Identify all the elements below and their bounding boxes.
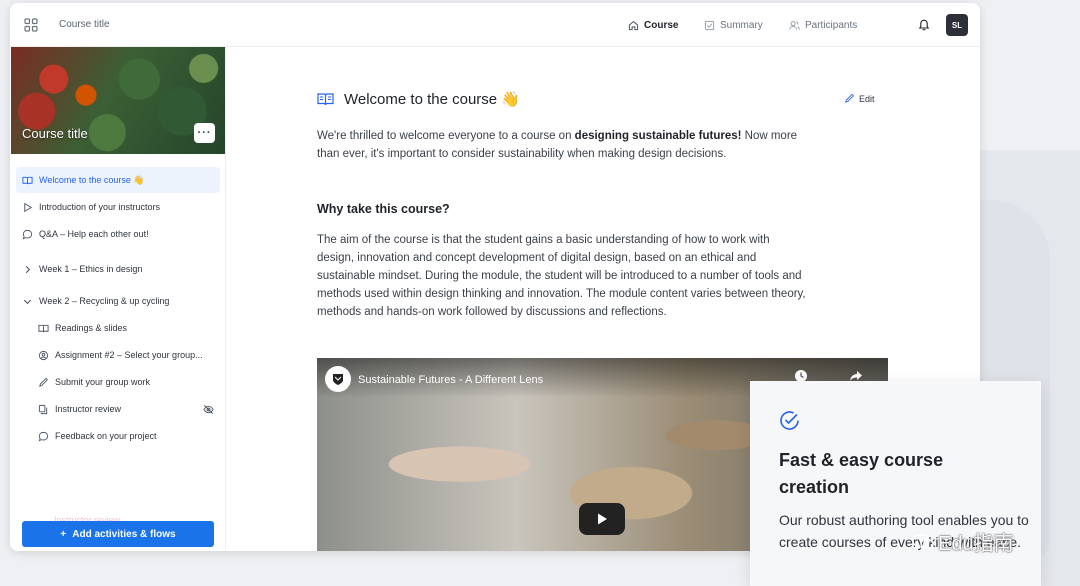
chat-icon — [38, 431, 49, 441]
edit-button[interactable]: Edit — [844, 93, 875, 104]
sidebar-item-label: Welcome to the course 👋 — [39, 174, 145, 185]
review-icon — [38, 404, 48, 414]
intro-paragraph: We're thrilled to welcome everyone to a … — [317, 127, 807, 163]
tab-summary[interactable]: Summary — [704, 17, 763, 33]
sidebar: Course title ··· Welcome to the course 👋… — [10, 47, 226, 551]
chat-icon — [22, 229, 33, 239]
book-icon — [22, 176, 33, 184]
sidebar-item-label: Feedback on your project — [55, 431, 157, 441]
sidebar-item-welcome[interactable]: Welcome to the course 👋 — [16, 167, 220, 193]
pencil-icon — [845, 94, 854, 103]
top-bar: Course title Course Summary Participants… — [10, 3, 980, 47]
more-options-button[interactable]: ··· — [194, 123, 215, 143]
intro-text-start: We're thrilled to welcome everyone to a … — [317, 130, 575, 142]
book-icon — [38, 324, 49, 332]
channel-logo[interactable] — [325, 366, 351, 392]
sidebar-item-label: Instructor review — [55, 404, 122, 414]
sidebar-item-label: Week 2 – Recycling & up cycling — [39, 296, 170, 306]
section-paragraph: The aim of the course is that the studen… — [317, 234, 806, 318]
edit-label: Edit — [859, 93, 875, 104]
sidebar-item-feedback[interactable]: Feedback on your project — [32, 423, 220, 449]
check-circle-icon — [780, 411, 799, 430]
chevron-right-icon — [25, 265, 31, 273]
section-heading: Why take this course? — [317, 202, 450, 216]
sidebar-item-instructor-review[interactable]: Instructor review — [32, 396, 220, 422]
sidebar-item-submit[interactable]: Submit your group work — [32, 369, 220, 395]
tab-course-label: Course — [644, 19, 679, 31]
video-title[interactable]: Sustainable Futures - A Different Lens — [358, 374, 543, 386]
sidebar-item-week2[interactable]: Week 2 – Recycling & up cycling — [16, 288, 220, 314]
intro-text-bold: designing sustainable futures! — [574, 130, 742, 142]
play-icon — [24, 202, 33, 212]
home-icon — [628, 20, 639, 30]
sidebar-item-label: Readings & slides — [55, 323, 128, 333]
sidebar-item-week1[interactable]: Week 1 – Ethics in design — [16, 256, 220, 282]
tab-participants[interactable]: Participants — [789, 17, 857, 33]
avatar[interactable]: SL — [946, 14, 968, 36]
grid-icon[interactable] — [24, 18, 38, 32]
eye-off-icon[interactable] — [203, 404, 214, 415]
sidebar-item-label: Q&A – Help each other out! — [39, 229, 149, 239]
sidebar-item-label: Assignment #2 – Select your group... — [55, 350, 203, 360]
chat-bubble-icon — [912, 533, 934, 549]
chevron-down-icon — [23, 299, 32, 304]
group-icon — [38, 350, 49, 360]
cover-title: Course title — [22, 126, 88, 141]
book-icon — [317, 93, 334, 106]
sidebar-item-label: Introduction of your instructors — [39, 202, 161, 212]
tab-course[interactable]: Course — [628, 17, 678, 33]
course-title: Course title — [59, 19, 110, 30]
play-icon — [598, 513, 607, 525]
sidebar-item-assignment[interactable]: Assignment #2 – Select your group... — [32, 342, 220, 368]
tab-summary-label: Summary — [720, 19, 763, 31]
tab-participants-label: Participants — [805, 19, 858, 31]
sidebar-item-label: Submit your group work — [55, 377, 151, 387]
users-icon — [789, 20, 800, 30]
crest-icon — [333, 374, 343, 385]
course-cover-image: Course title ··· — [11, 47, 225, 154]
add-activities-button[interactable]: + Add activities & flows — [22, 521, 214, 547]
sidebar-item-instructors[interactable]: Introduction of your instructors — [16, 194, 220, 220]
plus-icon: + — [60, 528, 67, 540]
pen-icon — [39, 377, 48, 387]
bell-icon[interactable] — [918, 19, 930, 31]
checkbox-icon — [704, 20, 715, 30]
sidebar-item-label: Week 1 – Ethics in design — [39, 264, 143, 274]
promo-title: Fast & easy course creation — [779, 450, 944, 497]
sidebar-item-qa[interactable]: Q&A – Help each other out! — [16, 221, 220, 247]
sidebar-item-readings[interactable]: Readings & slides — [32, 315, 220, 341]
add-activities-label: Add activities & flows — [72, 528, 176, 540]
watermark-text: Edu指南 — [938, 533, 1014, 555]
watermark: Edu指南 — [912, 527, 1014, 556]
play-button[interactable] — [579, 503, 625, 535]
page-title: Welcome to the course 👋 — [344, 91, 520, 108]
